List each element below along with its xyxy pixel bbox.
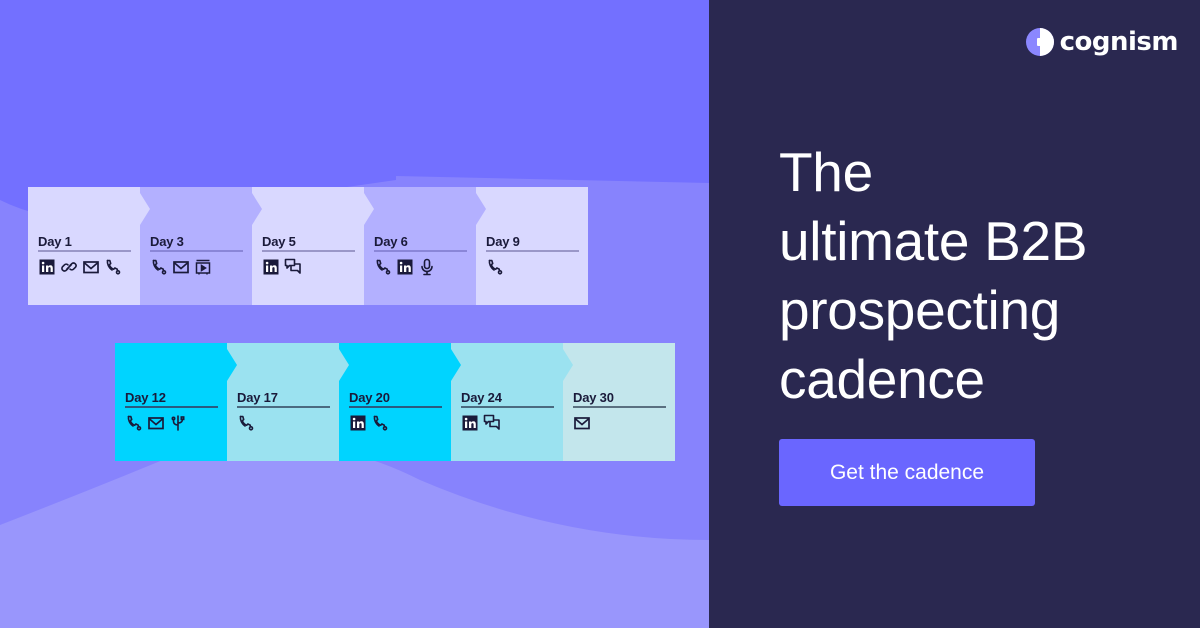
- cadence-step-divider: [125, 406, 218, 408]
- cadence-step-day-12: Day 12: [115, 343, 227, 461]
- background-waves: [0, 176, 709, 628]
- cadence-step-label: Day 17: [237, 390, 278, 405]
- cadence-step-divider: [573, 406, 666, 408]
- cadence-step-channels: [125, 413, 218, 433]
- cadence-step-divider: [262, 250, 355, 252]
- cadence-step-divider: [374, 250, 467, 252]
- cadence-step-day-17: Day 17: [227, 343, 339, 461]
- cadence-step-day-1: Day 1: [28, 187, 140, 305]
- cognism-logo-text: cognism: [1059, 27, 1179, 57]
- chat-icon: [483, 414, 501, 432]
- email-icon: [82, 258, 100, 276]
- linkedin-icon: [262, 258, 280, 276]
- cadence-step-channels: [38, 257, 131, 277]
- cadence-step-label: Day 12: [125, 390, 166, 405]
- cadence-step-label: Day 20: [349, 390, 390, 405]
- cadence-step-divider: [461, 406, 554, 408]
- cadence-step-day-6: Day 6: [364, 187, 476, 305]
- content-panel: cognism The ultimate B2B prospecting cad…: [709, 0, 1200, 628]
- cadence-step-channels: [349, 413, 442, 433]
- phone-icon: [374, 258, 392, 276]
- phone-icon: [150, 258, 168, 276]
- cadence-step-label: Day 6: [374, 234, 408, 249]
- cadence-step-divider: [237, 406, 330, 408]
- microphone-icon: [418, 258, 436, 276]
- headline-line-4: cadence: [779, 348, 985, 410]
- cadence-step-channels: [461, 413, 554, 433]
- phone-icon: [237, 414, 255, 432]
- cadence-step-channels: [573, 413, 666, 433]
- cadence-step-day-20: Day 20: [339, 343, 451, 461]
- cadence-step-divider: [150, 250, 243, 252]
- cadence-step-day-24: Day 24: [451, 343, 563, 461]
- headline-line-1: The: [779, 141, 873, 203]
- linkedin-icon: [38, 258, 56, 276]
- cadence-step-channels: [150, 257, 243, 277]
- cadence-step-channels: [374, 257, 467, 277]
- phone-icon: [104, 258, 122, 276]
- cadence-step-label: Day 1: [38, 234, 72, 249]
- phone-icon: [486, 258, 504, 276]
- usb-icon: [169, 414, 187, 432]
- cognism-logo-icon: [1025, 28, 1054, 56]
- cadence-step-channels: [237, 413, 330, 433]
- phone-icon: [125, 414, 143, 432]
- cadence-step-divider: [486, 250, 579, 252]
- cadence-row-week-1: Day 1 Day 3 Day 5 Day 6 Day 9: [28, 187, 588, 305]
- cadence-step-day-9: Day 9: [476, 187, 588, 305]
- chat-icon: [284, 258, 302, 276]
- phone-icon: [371, 414, 389, 432]
- video-icon: [194, 258, 212, 276]
- cadence-step-divider: [349, 406, 442, 408]
- headline-line-3: prospecting: [779, 279, 1061, 341]
- cadence-step-divider: [38, 250, 131, 252]
- cadence-step-label: Day 30: [573, 390, 614, 405]
- cadence-step-label: Day 24: [461, 390, 502, 405]
- cadence-step-day-3: Day 3: [140, 187, 252, 305]
- cadence-step-channels: [486, 257, 579, 277]
- cadence-step-label: Day 5: [262, 234, 296, 249]
- page-headline: The ultimate B2B prospecting cadence: [779, 138, 1088, 414]
- email-icon: [147, 414, 165, 432]
- email-icon: [172, 258, 190, 276]
- get-the-cadence-button[interactable]: Get the cadence: [779, 439, 1035, 506]
- cadence-step-label: Day 3: [150, 234, 184, 249]
- cadence-step-day-30: Day 30: [563, 343, 675, 461]
- cadence-step-label: Day 9: [486, 234, 520, 249]
- linkedin-icon: [396, 258, 414, 276]
- email-icon: [573, 414, 591, 432]
- linkedin-icon: [461, 414, 479, 432]
- headline-line-2: ultimate B2B: [779, 210, 1088, 272]
- illustration-panel: Day 1 Day 3 Day 5 Day 6 Day 9 Day 12 Day 17 Da…: [0, 0, 709, 628]
- cadence-step-channels: [262, 257, 355, 277]
- cadence-step-day-5: Day 5: [252, 187, 364, 305]
- link-icon: [60, 258, 78, 276]
- linkedin-icon: [349, 414, 367, 432]
- cognism-logo[interactable]: cognism: [1025, 27, 1179, 57]
- cadence-row-week-2: Day 12 Day 17 Day 20 Day 24 Day 30: [115, 343, 675, 461]
